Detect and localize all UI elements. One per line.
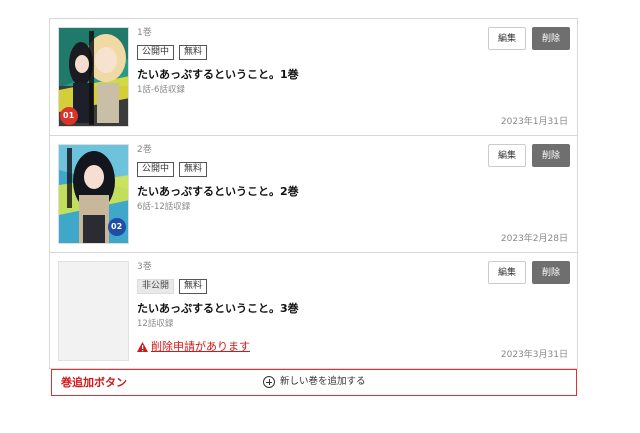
volume-title[interactable]: たいあっぷするということ。2巻 (137, 185, 299, 199)
add-volume-button-label: 新しい巻を追加する (280, 376, 366, 387)
volume-item-1: 01 1巻 公開中 無料 たいあっぷするということ。1巻 1話-6話収録 編集 … (50, 19, 577, 136)
edit-button[interactable]: 編集 (487, 27, 526, 50)
add-volume-button[interactable]: 新しい巻を追加する (263, 375, 366, 389)
delete-button[interactable]: 削除 (531, 27, 570, 50)
warning-link-text[interactable]: 削除申請があります (151, 340, 250, 353)
edit-button[interactable]: 編集 (487, 144, 526, 167)
status-badge: 公開中 (137, 45, 175, 60)
volume-number-label: 1巻 (137, 28, 152, 38)
delete-button[interactable]: 削除 (531, 261, 570, 284)
status-badge: 非公開 (137, 279, 175, 294)
publish-date: 2023年3月31日 (500, 350, 568, 360)
cover-number-badge: 01 (63, 111, 75, 120)
chapter-range: 6話-12話収録 (137, 202, 191, 212)
status-badge: 公開中 (137, 162, 175, 177)
chapter-range: 12話収録 (137, 319, 174, 329)
publish-date: 2023年1月31日 (500, 117, 568, 127)
delete-button[interactable]: 削除 (531, 144, 570, 167)
publish-date: 2023年2月28日 (500, 234, 568, 244)
volume-cover-1[interactable]: 01 (58, 27, 129, 127)
price-badge: 無料 (179, 279, 208, 294)
volume-cover-2[interactable]: 02 (58, 144, 129, 244)
volume-number-label: 2巻 (137, 145, 152, 155)
add-volume-row: 巻追加ボタン 新しい巻を追加する (51, 369, 577, 396)
volume-list: 01 1巻 公開中 無料 たいあっぷするということ。1巻 1話-6話収録 編集 … (49, 18, 578, 369)
warning-triangle-icon (137, 341, 148, 352)
volume-item-2: 02 2巻 公開中 無料 たいあっぷするということ。2巻 6話-12話収録 編集… (50, 136, 577, 253)
volume-item-3: 3巻 非公開 無料 たいあっぷするということ。3巻 12話収録 削除申請がありま… (50, 253, 577, 368)
add-volume-annotation-label: 巻追加ボタン (61, 376, 127, 389)
price-badge: 無料 (179, 162, 208, 177)
volume-title[interactable]: たいあっぷするということ。3巻 (137, 302, 299, 316)
edit-button[interactable]: 編集 (487, 261, 526, 284)
plus-circle-icon (263, 376, 275, 388)
chapter-range: 1話-6話収録 (137, 85, 185, 95)
deletion-request-warning[interactable]: 削除申請があります (137, 340, 299, 353)
volume-cover-placeholder[interactable] (58, 261, 129, 361)
cover-number-badge: 02 (111, 222, 123, 231)
volume-number-label: 3巻 (137, 262, 152, 272)
volume-title[interactable]: たいあっぷするということ。1巻 (137, 68, 299, 82)
price-badge: 無料 (179, 45, 208, 60)
